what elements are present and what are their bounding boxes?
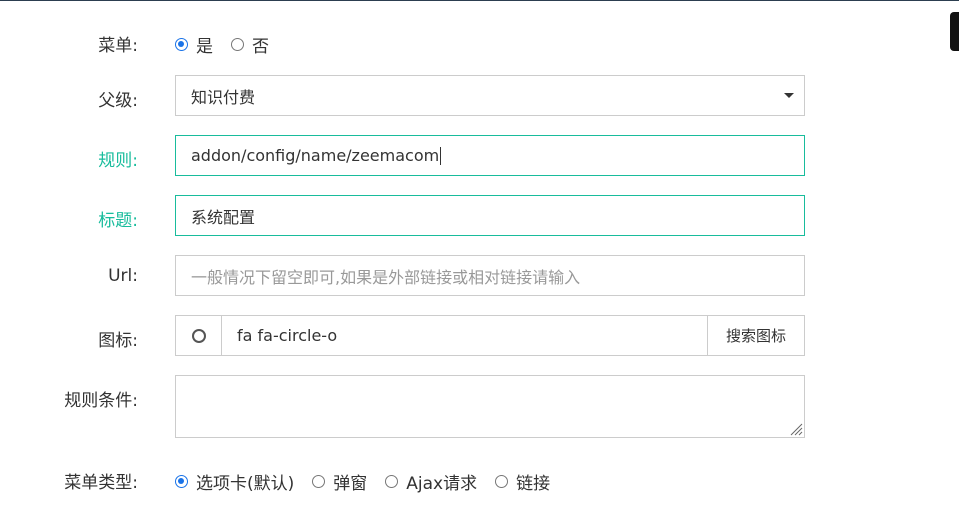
radio-unchecked-icon[interactable]	[231, 38, 244, 51]
text-cursor	[440, 146, 442, 165]
icon-preview	[175, 315, 221, 356]
title-input[interactable]: 系统配置	[175, 195, 805, 236]
menu-option-yes[interactable]: 是	[175, 32, 213, 57]
url-input[interactable]: 一般情况下留空即可,如果是外部链接或相对链接请输入	[175, 255, 805, 296]
caret-down-icon	[784, 93, 794, 98]
title-input-value: 系统配置	[191, 207, 256, 227]
menu-type-label: 菜单类型:	[64, 473, 138, 493]
icon-input-group: fa fa-circle-o 搜索图标	[175, 315, 805, 356]
radio-checked-icon[interactable]	[175, 475, 188, 488]
menu-type-option-tab-label: 选项卡(默认)	[196, 474, 295, 494]
menu-type-radio-group: 选项卡(默认) 弹窗 Ajax请求 链接	[175, 469, 568, 494]
radio-unchecked-icon[interactable]	[495, 475, 509, 488]
menu-type-option-dialog-label: 弹窗	[333, 474, 368, 494]
side-panel-tab[interactable]	[950, 12, 959, 51]
circle-o-icon	[191, 328, 206, 343]
condition-label: 规则条件:	[64, 391, 138, 411]
menu-type-option-tab[interactable]: 选项卡(默认)	[175, 469, 294, 494]
menu-label: 菜单:	[98, 36, 138, 56]
rule-label: 规则:	[98, 151, 138, 171]
menu-type-option-link-label: 链接	[516, 474, 551, 494]
menu-option-yes-label: 是	[196, 37, 213, 57]
parent-select-value: 知识付费	[191, 87, 256, 107]
top-border	[0, 0, 959, 1]
resize-handle-icon[interactable]	[789, 422, 803, 436]
condition-textarea[interactable]	[175, 375, 805, 438]
menu-option-no-label: 否	[252, 37, 269, 57]
url-label: Url:	[108, 266, 138, 286]
icon-input-value: fa fa-circle-o	[237, 326, 338, 345]
rule-input-value: addon/config/name/zeemacom	[191, 146, 440, 165]
radio-checked-icon[interactable]	[175, 38, 188, 51]
search-icon-button[interactable]: 搜索图标	[708, 315, 805, 356]
icon-label: 图标:	[98, 331, 138, 351]
rule-input[interactable]: addon/config/name/zeemacom	[175, 135, 805, 176]
menu-type-option-link[interactable]: 链接	[495, 469, 550, 494]
radio-unchecked-icon[interactable]	[385, 475, 399, 488]
radio-unchecked-icon[interactable]	[312, 475, 326, 488]
parent-label: 父级:	[98, 91, 138, 111]
menu-option-no[interactable]: 否	[231, 32, 269, 57]
parent-select[interactable]: 知识付费	[175, 75, 805, 116]
menu-type-option-ajax[interactable]: Ajax请求	[385, 469, 477, 494]
icon-input[interactable]: fa fa-circle-o	[221, 315, 708, 356]
url-input-placeholder: 一般情况下留空即可,如果是外部链接或相对链接请输入	[191, 267, 581, 287]
menu-radio-group: 是 否	[175, 32, 287, 57]
menu-type-option-ajax-label: Ajax请求	[406, 474, 478, 494]
menu-type-option-dialog[interactable]: 弹窗	[312, 469, 367, 494]
title-label: 标题:	[98, 211, 138, 231]
